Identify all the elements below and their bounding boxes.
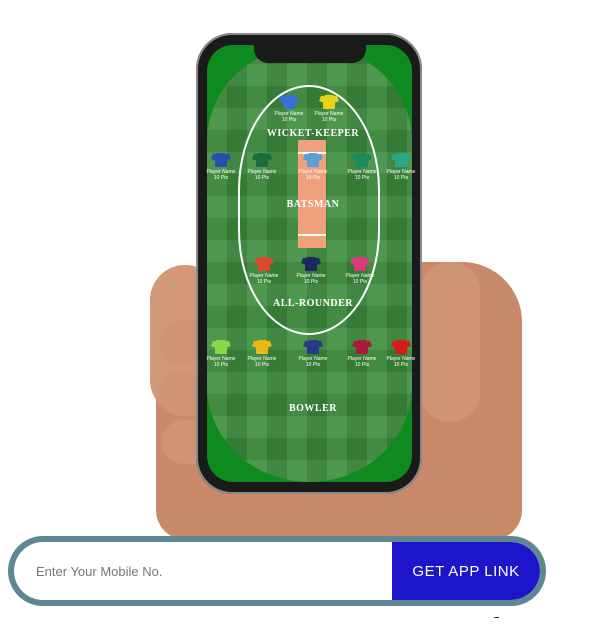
player-card[interactable]: Player Name 10 Pts: [310, 95, 348, 123]
jersey-icon: [215, 153, 227, 167]
player-points: 10 Pts: [352, 279, 368, 285]
player-card[interactable]: Player Name 10 Pts: [243, 340, 281, 368]
jersey-icon: [283, 95, 295, 109]
player-card[interactable]: Player Name 10 Pts: [382, 340, 420, 368]
jersey-icon: [395, 153, 407, 167]
player-card[interactable]: Player Name 10 Pts: [343, 153, 381, 181]
jersey-icon: [307, 153, 319, 167]
pitch-crease: [298, 234, 326, 236]
player-card[interactable]: Player Name 10 Pts: [292, 257, 330, 285]
player-points: 10 Pts: [393, 362, 409, 368]
jersey-icon: [256, 340, 268, 354]
decorative-dash: [494, 617, 499, 618]
mobile-number-input[interactable]: [14, 542, 396, 600]
phone-notch: [254, 45, 366, 63]
hand-finger: [420, 262, 480, 422]
player-card[interactable]: Player Name 10 Pts: [343, 340, 381, 368]
player-points: 10 Pts: [254, 362, 270, 368]
player-points: 10 Pts: [321, 117, 337, 123]
player-points: 10 Pts: [354, 175, 370, 181]
player-points: 10 Pts: [213, 175, 229, 181]
form-inner: GET APP LINK: [14, 542, 540, 600]
jersey-icon: [258, 257, 270, 271]
player-card[interactable]: Player Name 10 Pts: [294, 153, 332, 181]
player-points: 10 Pts: [281, 117, 297, 123]
jersey-icon: [215, 340, 227, 354]
jersey-icon: [356, 340, 368, 354]
jersey-icon: [256, 153, 268, 167]
player-card[interactable]: Player Name 10 Pts: [243, 153, 281, 181]
get-app-link-form: GET APP LINK: [8, 536, 546, 606]
section-wicket-keeper: WICKET-KEEPER: [266, 128, 360, 139]
section-bowler: BOWLER: [288, 403, 337, 414]
player-card[interactable]: Player Name 10 Pts: [202, 340, 240, 368]
jersey-icon: [307, 340, 319, 354]
player-card[interactable]: Player Name 10 Pts: [341, 257, 379, 285]
jersey-icon: [354, 257, 366, 271]
player-card[interactable]: Player Name 10 Pts: [245, 257, 283, 285]
jersey-icon: [356, 153, 368, 167]
player-points: 10 Pts: [305, 175, 321, 181]
player-card[interactable]: Player Name 10 Pts: [202, 153, 240, 181]
jersey-icon: [395, 340, 407, 354]
get-app-link-button[interactable]: GET APP LINK: [392, 542, 540, 600]
jersey-icon: [323, 95, 335, 109]
player-points: 10 Pts: [305, 362, 321, 368]
player-points: 10 Pts: [393, 175, 409, 181]
player-points: 10 Pts: [354, 362, 370, 368]
player-points: 10 Pts: [213, 362, 229, 368]
jersey-icon: [305, 257, 317, 271]
player-points: 10 Pts: [303, 279, 319, 285]
player-points: 10 Pts: [256, 279, 272, 285]
player-points: 10 Pts: [254, 175, 270, 181]
player-card[interactable]: Player Name 10 Pts: [294, 340, 332, 368]
section-batsman: BATSMAN: [286, 199, 340, 210]
player-card[interactable]: Player Name 10 Pts: [270, 95, 308, 123]
player-card[interactable]: Player Name 10 Pts: [382, 153, 420, 181]
section-all-rounder: ALL-ROUNDER: [273, 298, 353, 309]
